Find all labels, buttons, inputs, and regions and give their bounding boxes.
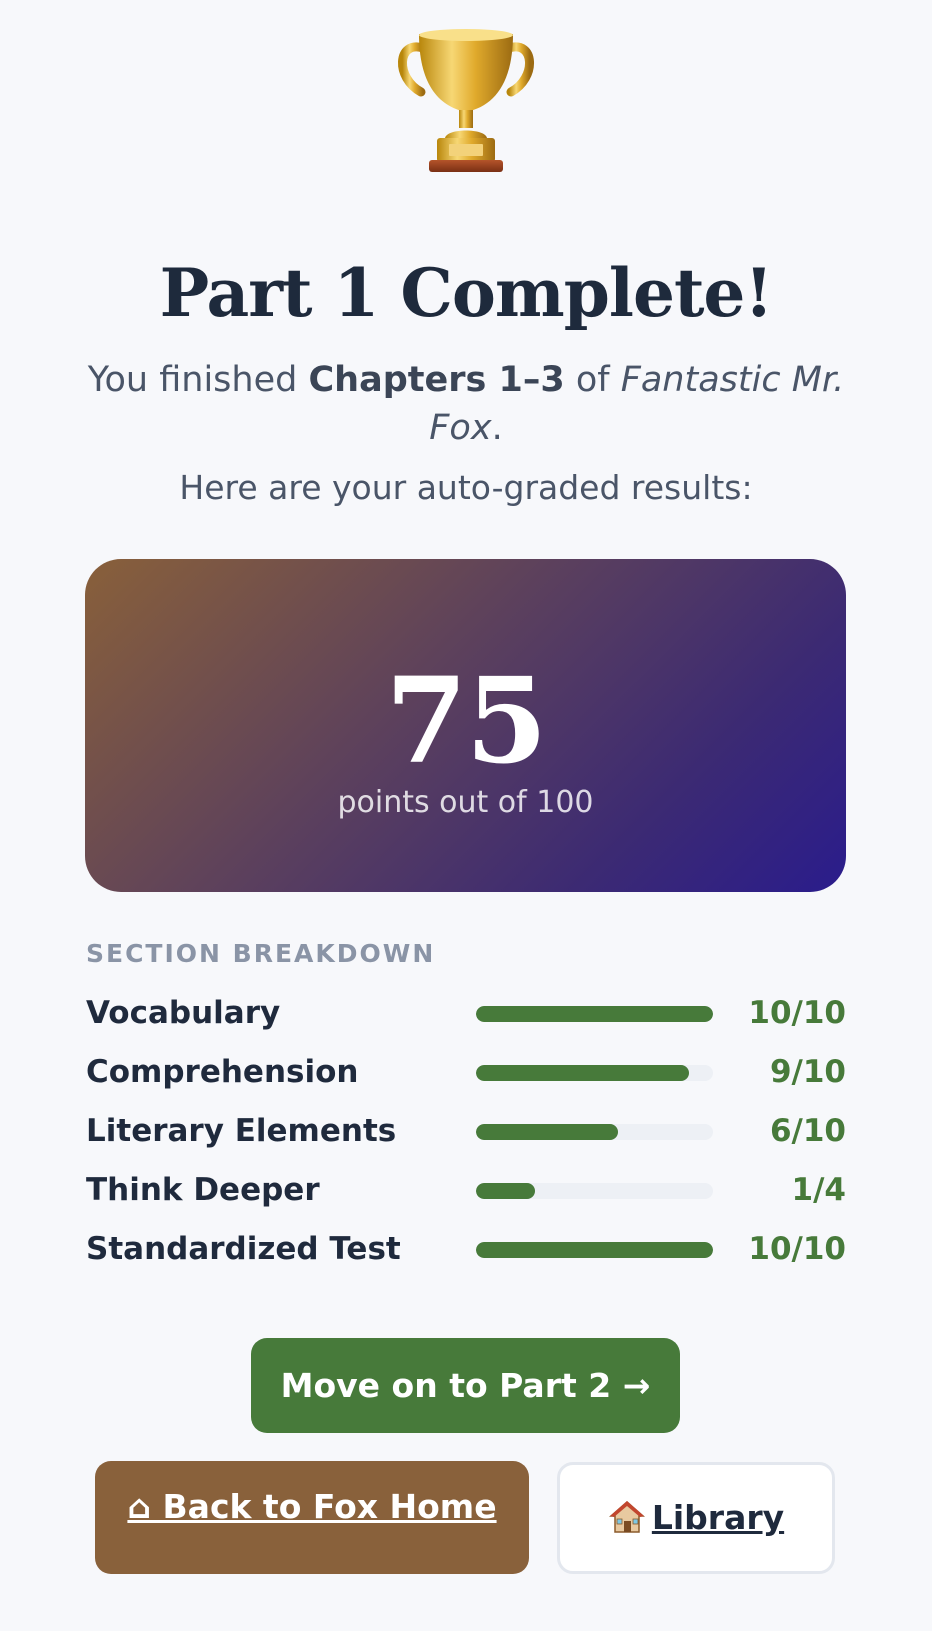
back-to-fox-home-button[interactable]: ⌂ Back to Fox Home [95,1461,529,1574]
progress-bar [476,1124,713,1140]
score-caption: points out of 100 [337,785,594,820]
progress-bar [476,1183,713,1199]
section-score: 10/10 [748,1231,846,1267]
section-score: 10/10 [748,995,846,1031]
score-value: 75 [385,651,547,790]
page-title: Part 1 Complete! [159,254,774,332]
move-on-to-part-2-button[interactable]: Move on to Part 2 → [251,1338,680,1433]
subtitle-suffix: . [491,408,503,448]
progress-bar [476,1242,713,1258]
progress-fill [476,1242,713,1258]
section-label: Vocabulary [86,995,281,1031]
library-button[interactable]: Library [557,1462,835,1574]
progress-bar [476,1006,713,1022]
section-label: Standardized Test [86,1231,401,1267]
completion-message: You finished Chapters 1–3 of Fantastic M… [80,356,852,452]
section-label: Think Deeper [86,1172,320,1208]
score-card: 75 points out of 100 [85,559,846,892]
results-page: Part 1 Complete! You finished Chapters 1… [0,0,932,1631]
section-breakdown-list: Vocabulary 10/10 Comprehension 9/10 Lite… [86,984,846,1279]
section-score: 6/10 [769,1113,846,1149]
breakdown-row-literary-elements: Literary Elements 6/10 [86,1102,846,1161]
progress-fill [476,1183,536,1199]
chapter-range: Chapters 1–3 [308,360,565,400]
library-label: Library [651,1498,785,1537]
subtitle-middle: of [564,360,621,400]
subtitle-prefix: You finished [87,360,309,400]
section-label: Literary Elements [86,1113,397,1149]
progress-fill [476,1006,713,1022]
progress-fill [476,1065,690,1081]
results-intro: Here are your auto-graded results: [179,468,753,507]
breakdown-row-comprehension: Comprehension 9/10 [86,1043,846,1102]
section-score: 1/4 [791,1172,846,1208]
section-breakdown-heading: SECTION BREAKDOWN [86,939,436,968]
trophy-icon [398,29,534,172]
breakdown-row-standardized-test: Standardized Test 10/10 [86,1220,846,1279]
breakdown-row-think-deeper: Think Deeper 1/4 [86,1161,846,1220]
progress-bar [476,1065,713,1081]
section-label: Comprehension [86,1054,359,1090]
house-icon [608,1501,645,1533]
breakdown-row-vocabulary: Vocabulary 10/10 [86,984,846,1043]
progress-fill [476,1124,619,1140]
section-score: 9/10 [769,1054,846,1090]
